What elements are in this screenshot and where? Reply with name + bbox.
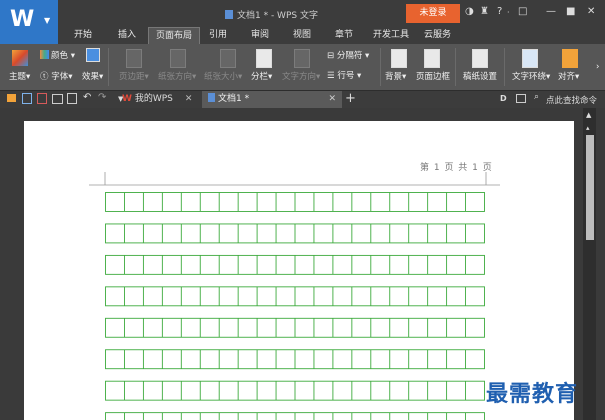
scroll-up-icon[interactable]: ▲ (586, 111, 591, 119)
scroll-up-icon[interactable]: ▴ (586, 124, 590, 132)
watermark-logo: 最需教育 (486, 381, 579, 407)
scrollbar-thumb[interactable] (586, 135, 594, 240)
manuscript-grid (105, 192, 485, 420)
